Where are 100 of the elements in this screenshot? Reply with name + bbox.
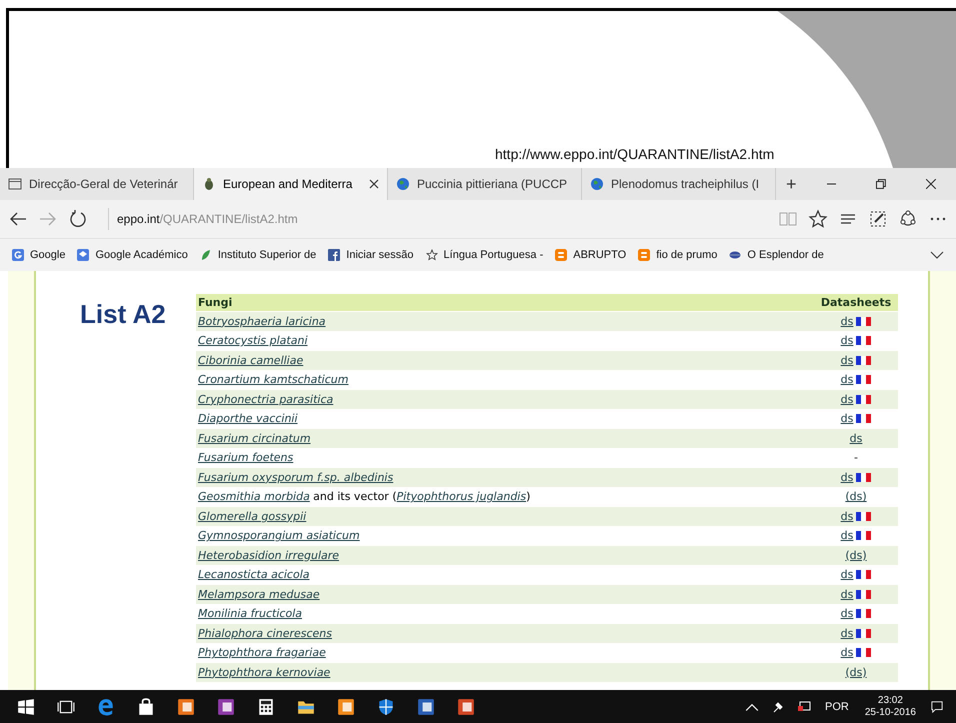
scholar-icon xyxy=(77,249,90,261)
species-link[interactable]: Lecanosticta acicola xyxy=(198,568,310,582)
windows-start-icon[interactable] xyxy=(17,698,35,716)
flag-icon[interactable] xyxy=(856,336,872,346)
disc-icon xyxy=(729,249,742,261)
species-link[interactable]: Ciborinia camelliae xyxy=(198,354,304,367)
species-link[interactable]: Gymnosporangium asiaticum xyxy=(198,529,360,542)
pen-icon[interactable] xyxy=(868,209,888,229)
species-link[interactable]: Cronartium kamtschaticum xyxy=(198,373,348,386)
clock-time[interactable]: 23:02 xyxy=(878,694,903,706)
datasheet-link[interactable]: ds xyxy=(840,392,854,406)
notification-icon[interactable] xyxy=(930,700,944,712)
app-tile-icon[interactable] xyxy=(217,698,235,716)
species-link[interactable]: Phialophora cinerescens xyxy=(198,626,332,640)
app-tile-icon[interactable] xyxy=(177,698,195,716)
datasheet-link[interactable]: ds xyxy=(840,588,854,601)
app-tile-icon[interactable] xyxy=(457,698,475,716)
bookmark-link[interactable]: Google xyxy=(12,249,66,261)
flag-icon[interactable] xyxy=(856,512,872,521)
datasheet-link[interactable]: ds xyxy=(840,568,854,582)
bookmark-link[interactable]: Google Académico xyxy=(77,249,188,261)
species-link[interactable]: Heterobasidion irregulare xyxy=(198,548,340,562)
datasheet-link[interactable]: ds xyxy=(840,646,854,660)
flag-icon[interactable] xyxy=(856,414,872,424)
datasheet-link[interactable]: ds xyxy=(840,314,854,328)
bookmark-link[interactable]: Iniciar sessão xyxy=(328,249,414,261)
restore-icon[interactable] xyxy=(876,179,886,189)
flag-icon[interactable] xyxy=(856,375,872,384)
display-icon[interactable] xyxy=(797,700,811,712)
column-header: Fungi xyxy=(196,294,814,311)
datasheet-link[interactable]: ds xyxy=(840,470,854,484)
bookmark-link[interactable]: Língua Portuguesa - xyxy=(426,249,544,261)
flag-icon[interactable] xyxy=(856,394,872,404)
calculator-icon[interactable] xyxy=(257,698,275,716)
species-link[interactable]: Cryphonectria parasitica xyxy=(198,392,334,406)
flag-icon[interactable] xyxy=(856,356,872,365)
flag-icon[interactable] xyxy=(856,590,872,599)
datasheet-link[interactable]: (ds) xyxy=(845,666,867,679)
datasheet-link[interactable]: ds xyxy=(840,334,854,348)
flag-icon[interactable] xyxy=(856,628,872,638)
app-tile-icon[interactable] xyxy=(417,698,435,716)
star-icon[interactable] xyxy=(808,209,828,229)
new-tab-button[interactable]: + xyxy=(776,168,807,200)
edge-browser-icon[interactable] xyxy=(97,698,115,716)
close-icon[interactable] xyxy=(926,179,936,189)
clock-date[interactable]: 25-10-2016 xyxy=(864,706,916,718)
datasheet-link[interactable]: ds xyxy=(840,510,854,523)
language-indicator[interactable]: POR xyxy=(825,700,849,712)
flag-icon[interactable] xyxy=(856,472,872,482)
blogger-icon xyxy=(555,249,568,261)
flag-icon[interactable] xyxy=(856,531,872,540)
bookmark-link[interactable]: Instituto Superior de xyxy=(200,249,316,261)
facebook-icon xyxy=(328,249,340,261)
species-link[interactable]: Monilinia fructicola xyxy=(198,607,302,620)
species-link[interactable]: Melampsora medusae xyxy=(198,588,320,601)
species-note: ) xyxy=(526,490,530,504)
shopping-bag-icon[interactable] xyxy=(137,698,155,716)
species-link[interactable]: Botryosphaeria laricina xyxy=(198,314,326,328)
blogger-icon xyxy=(638,249,650,261)
species-link[interactable]: Diaporthe vaccinii xyxy=(198,412,298,426)
pin-icon[interactable] xyxy=(771,700,785,712)
column-header: Datasheets xyxy=(814,294,898,311)
globe-icon xyxy=(396,177,410,191)
datasheet-link[interactable]: ds xyxy=(840,412,854,426)
datasheet-link[interactable]: ds xyxy=(850,432,862,445)
datasheet-link[interactable]: (ds) xyxy=(845,490,867,504)
datasheet-link[interactable]: ds xyxy=(840,607,854,620)
datasheet-link[interactable]: ds xyxy=(840,373,854,386)
refresh-icon[interactable] xyxy=(68,209,88,229)
datasheet-link[interactable]: ds xyxy=(840,626,854,640)
species-link[interactable]: Geosmithia morbida xyxy=(198,490,310,504)
flag-icon[interactable] xyxy=(856,316,872,326)
no-datasheet-mark: - xyxy=(854,451,858,464)
google-icon xyxy=(12,249,24,261)
species-link[interactable]: Phytophthora kernoviae xyxy=(198,666,330,679)
species-link[interactable]: Ceratocystis platani xyxy=(198,334,308,348)
datasheet-link[interactable]: (ds) xyxy=(845,548,867,562)
page-heading: List A2 xyxy=(80,299,167,330)
bookmark-link[interactable]: fio de prumo xyxy=(638,249,718,261)
flag-icon[interactable] xyxy=(856,570,872,580)
shield-icon[interactable] xyxy=(377,698,395,716)
app-tile-icon[interactable] xyxy=(337,698,355,716)
close-icon[interactable] xyxy=(369,179,379,189)
bookmark-link[interactable]: O Esplendor de xyxy=(729,249,824,261)
datasheet-link[interactable]: ds xyxy=(840,529,854,542)
species-link[interactable]: Pityophthorus juglandis xyxy=(396,490,526,504)
leaf-icon xyxy=(200,249,212,261)
species-link[interactable]: Phytophthora fragariae xyxy=(198,646,326,660)
species-link[interactable]: Fusarium foetens xyxy=(198,451,294,464)
bookmark-link[interactable]: ABRUPTO xyxy=(555,249,626,261)
chevron-icon[interactable] xyxy=(930,251,944,259)
star-icon xyxy=(426,249,438,261)
globe-icon xyxy=(590,177,604,191)
browser-tab[interactable]: European and Mediterra xyxy=(194,168,388,200)
species-link[interactable]: Fusarium circinatum xyxy=(198,432,311,445)
species-link[interactable]: Glomerella gossypii xyxy=(198,510,306,523)
flag-icon[interactable] xyxy=(856,609,872,618)
datasheet-link[interactable]: ds xyxy=(840,354,854,367)
flag-icon[interactable] xyxy=(856,648,872,658)
insect-icon xyxy=(202,177,216,191)
